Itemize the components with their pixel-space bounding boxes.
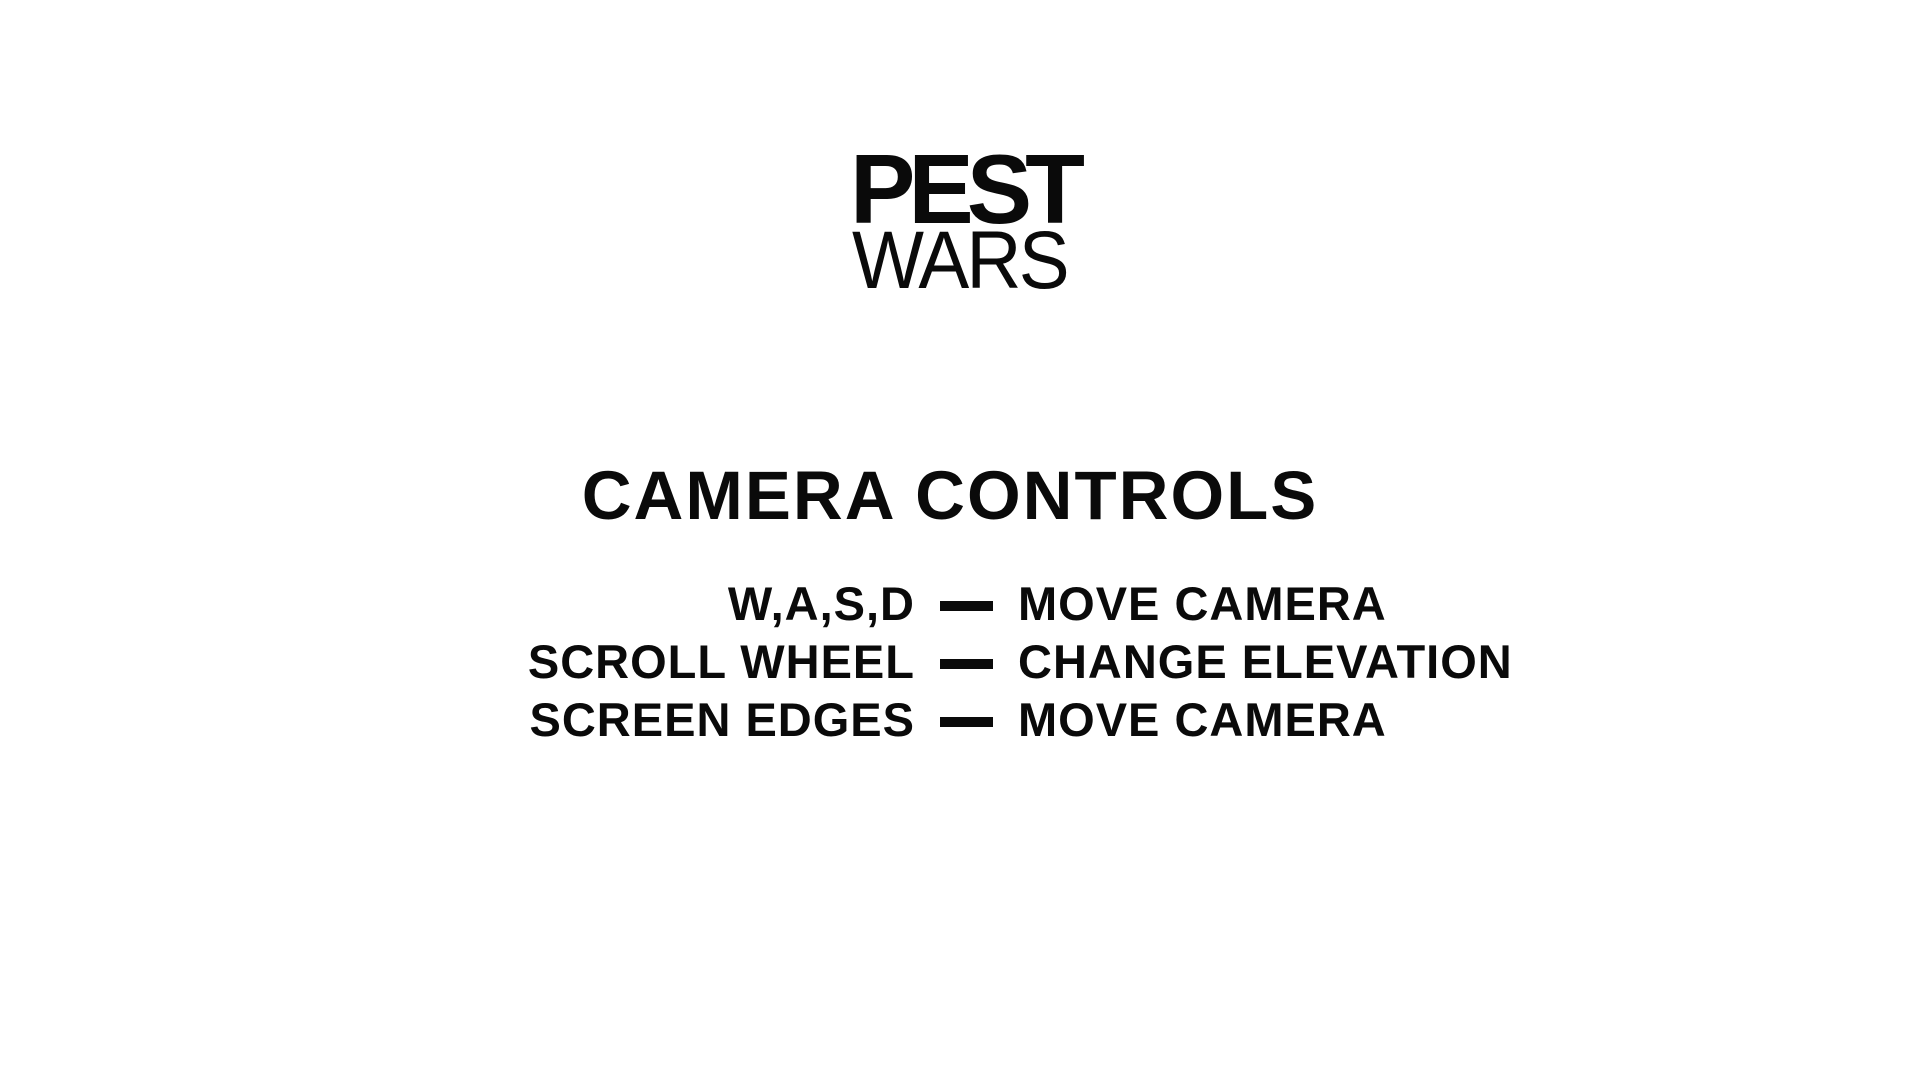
control-action: CHANGE ELEVATION [1018, 635, 1513, 688]
logo-line-wars: WARS [852, 215, 1070, 306]
control-action: MOVE CAMERA [1018, 577, 1387, 630]
game-logo: PEST WARS [850, 140, 1090, 306]
dash-separator [940, 601, 993, 611]
control-action: MOVE CAMERA [1018, 693, 1387, 746]
control-key: W,A,S,D [727, 577, 915, 630]
control-key: SCREEN EDGES [529, 693, 915, 746]
control-key: SCROLL WHEEL [527, 635, 915, 688]
control-row-wasd: W,A,S,D MOVE CAMERA [440, 578, 1640, 636]
section-title: CAMERA CONTROLS [581, 457, 1319, 534]
dash-separator [940, 659, 993, 669]
control-row-scroll-wheel: SCROLL WHEEL CHANGE ELEVATION [440, 636, 1640, 694]
controls-list: W,A,S,D MOVE CAMERA SCROLL WHEEL CHANGE … [440, 578, 1640, 752]
control-row-screen-edges: SCREEN EDGES MOVE CAMERA [440, 694, 1640, 752]
controls-screen: PEST WARS CAMERA CONTROLS W,A,S,D MOVE C… [0, 0, 1920, 1080]
dash-separator [940, 717, 993, 727]
